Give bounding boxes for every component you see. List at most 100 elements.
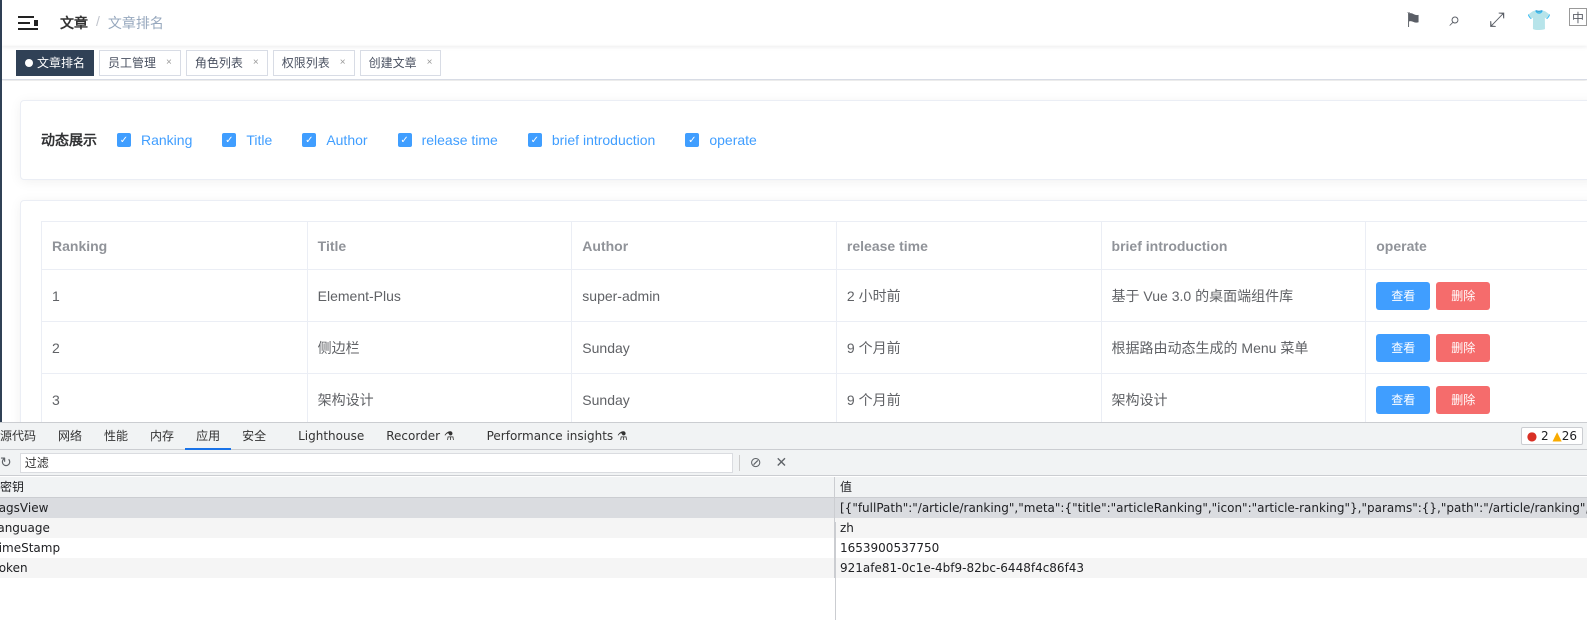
- storage-key: language: [0, 518, 835, 538]
- key-header[interactable]: 密钥: [0, 477, 835, 497]
- refresh-icon[interactable]: ↻: [0, 455, 12, 471]
- error-count: 2: [1541, 429, 1549, 443]
- storage-value: [{"fullPath":"/article/ranking","meta":{…: [840, 501, 1587, 515]
- devtools-tab[interactable]: 安全: [231, 423, 277, 450]
- issues-counter[interactable]: ● 2 ▲26: [1520, 427, 1583, 445]
- close-icon[interactable]: ×: [253, 57, 259, 68]
- checkbox-checked-icon[interactable]: ✓: [222, 133, 237, 147]
- checkbox-checked-icon[interactable]: ✓: [397, 133, 412, 147]
- fullscreen-icon[interactable]: ⤢: [1485, 8, 1509, 32]
- column-header: Title: [306, 221, 573, 270]
- main-content: 动态展示 ✓ Ranking ✓ Title ✓ Author ✓ release time ✓…: [2, 81, 1587, 500]
- storage-row[interactable]: token 921afe81-0c1e-4bf9-82bc-6448f4c86f4…: [0, 558, 1587, 578]
- delete-button[interactable]: 删除: [1436, 333, 1491, 362]
- checkbox-checked-icon[interactable]: ✓: [527, 133, 542, 147]
- clear-all-icon[interactable]: ⊘: [750, 455, 762, 471]
- devtools-tab[interactable]: 内存: [139, 423, 185, 450]
- breadcrumb: 文章 / 文章排名: [60, 13, 164, 33]
- table-cell: 架构设计: [306, 373, 573, 426]
- error-icon: ●: [1526, 429, 1538, 443]
- storage-row[interactable]: language zh: [0, 518, 1587, 538]
- warning-icon: ▲: [1552, 429, 1562, 443]
- table-cell: super-admin: [571, 269, 837, 322]
- tags-view: 文章排名 员工管理 × 角色列表 × 权限列表 × 创建文章 ×: [2, 46, 1587, 80]
- tag-label: 创建文章: [368, 56, 417, 70]
- tag-label: 角色列表: [194, 56, 243, 70]
- devtools-tab[interactable]: Performance insights ⚗: [476, 423, 639, 450]
- guide-icon[interactable]: ⚑: [1401, 8, 1425, 32]
- checkbox-label: Title: [246, 132, 273, 148]
- checkbox-label: Author: [326, 132, 368, 148]
- column-checkbox[interactable]: ✓ brief introduction: [527, 132, 655, 148]
- close-icon[interactable]: ×: [340, 57, 346, 68]
- close-icon[interactable]: ×: [166, 57, 172, 68]
- search-icon[interactable]: ⌕: [1443, 8, 1467, 32]
- devtools-tab[interactable]: Recorder ⚗: [375, 423, 465, 450]
- storage-row[interactable]: timeStamp 1653900537750: [0, 538, 1587, 558]
- checkbox-label: operate: [709, 132, 757, 148]
- tag-label: 员工管理: [108, 56, 157, 70]
- tag-3[interactable]: 权限列表 ×: [272, 49, 355, 76]
- storage-grid: 密钥值 tagsView [{"fullPath":"/article/ranki…: [0, 477, 1587, 620]
- column-checkbox[interactable]: ✓ Title: [222, 132, 272, 148]
- navbar: 文章 / 文章排名 ⚑ ⌕ ⤢ 👕 中: [2, 0, 1587, 46]
- table-cell: 9 个月前: [835, 373, 1102, 426]
- table-cell: 3: [41, 373, 308, 426]
- tag-0[interactable]: 文章排名: [16, 49, 95, 76]
- storage-toolbar: ↻ 过滤 ⊘ ✕: [0, 450, 1587, 476]
- theme-icon[interactable]: 👕: [1527, 8, 1552, 32]
- table-cell: 2 小时前: [835, 269, 1102, 322]
- view-button[interactable]: 查看: [1376, 333, 1431, 362]
- table-row: 2 侧边栏 Sunday 9 个月前 根据路由动态生成的 Menu 菜单 查看 删除: [41, 321, 1587, 374]
- storage-key: token: [0, 558, 835, 578]
- devtools-tab[interactable]: 网络: [47, 423, 93, 450]
- breadcrumb-current: 文章排名: [107, 15, 164, 31]
- table-cell: Sunday: [571, 373, 837, 426]
- view-button[interactable]: 查看: [1376, 385, 1431, 414]
- view-button[interactable]: 查看: [1376, 281, 1431, 310]
- devtools-tab[interactable]: 性能: [93, 423, 139, 450]
- devtools-tabs: 源代码 网络 性能 内存 应用 安全 Lighthouse Recorder ⚗ Perform…: [0, 422, 1587, 450]
- checkbox-label: release time: [421, 132, 498, 148]
- grid-header: 密钥值: [0, 477, 1587, 498]
- grid-divider: [835, 522, 836, 620]
- tag-label: 文章排名: [37, 56, 86, 70]
- column-checkbox[interactable]: ✓ release time: [397, 132, 498, 148]
- column-checkbox[interactable]: ✓ Ranking: [117, 132, 192, 148]
- breadcrumb-item[interactable]: 文章: [60, 13, 88, 33]
- delete-button[interactable]: 删除: [1436, 281, 1491, 310]
- storage-key: timeStamp: [0, 538, 835, 558]
- devtools-tab[interactable]: 源代码: [0, 423, 47, 450]
- tag-4[interactable]: 创建文章 ×: [359, 49, 442, 76]
- delete-button[interactable]: 删除: [1436, 385, 1491, 414]
- storage-row[interactable]: tagsView [{"fullPath":"/article/ranking",…: [0, 498, 1587, 518]
- warning-count: 26: [1561, 429, 1577, 443]
- language-icon[interactable]: 中: [1569, 8, 1587, 26]
- checkbox-checked-icon[interactable]: ✓: [117, 133, 131, 147]
- tag-label: 权限列表: [281, 56, 330, 70]
- hamburger-icon[interactable]: [18, 15, 38, 31]
- tag-1[interactable]: 员工管理 ×: [99, 49, 181, 76]
- table-cell: Sunday: [571, 321, 837, 374]
- devtools-panel: 源代码 网络 性能 内存 应用 安全 Lighthouse Recorder ⚗ Perform…: [0, 422, 1587, 620]
- devtools-tab[interactable]: Lighthouse: [287, 423, 375, 450]
- column-checkbox[interactable]: ✓ operate: [685, 132, 757, 148]
- checkbox-checked-icon[interactable]: ✓: [685, 133, 700, 147]
- column-header: Author: [571, 221, 837, 270]
- table-cell: 基于 Vue 3.0 的桌面端组件库: [1100, 269, 1367, 322]
- close-icon[interactable]: ×: [427, 57, 433, 68]
- checkbox-label: Ranking: [141, 132, 193, 148]
- filter-input[interactable]: 过滤: [19, 452, 733, 473]
- storage-value: 1653900537750: [840, 541, 940, 555]
- storage-value: zh: [840, 521, 854, 535]
- column-checkbox[interactable]: ✓ Author: [302, 132, 368, 148]
- delete-selected-icon[interactable]: ✕: [775, 455, 787, 471]
- tag-2[interactable]: 角色列表 ×: [185, 49, 268, 76]
- devtools-tab[interactable]: 应用: [185, 423, 232, 450]
- table-cell: Element-Plus: [306, 269, 573, 322]
- table-cell: 2: [41, 321, 308, 374]
- value-header[interactable]: 值: [835, 477, 1587, 497]
- table-cell: 侧边栏: [306, 321, 573, 374]
- operate-cell: 查看 删除: [1365, 321, 1587, 374]
- checkbox-checked-icon[interactable]: ✓: [302, 133, 317, 147]
